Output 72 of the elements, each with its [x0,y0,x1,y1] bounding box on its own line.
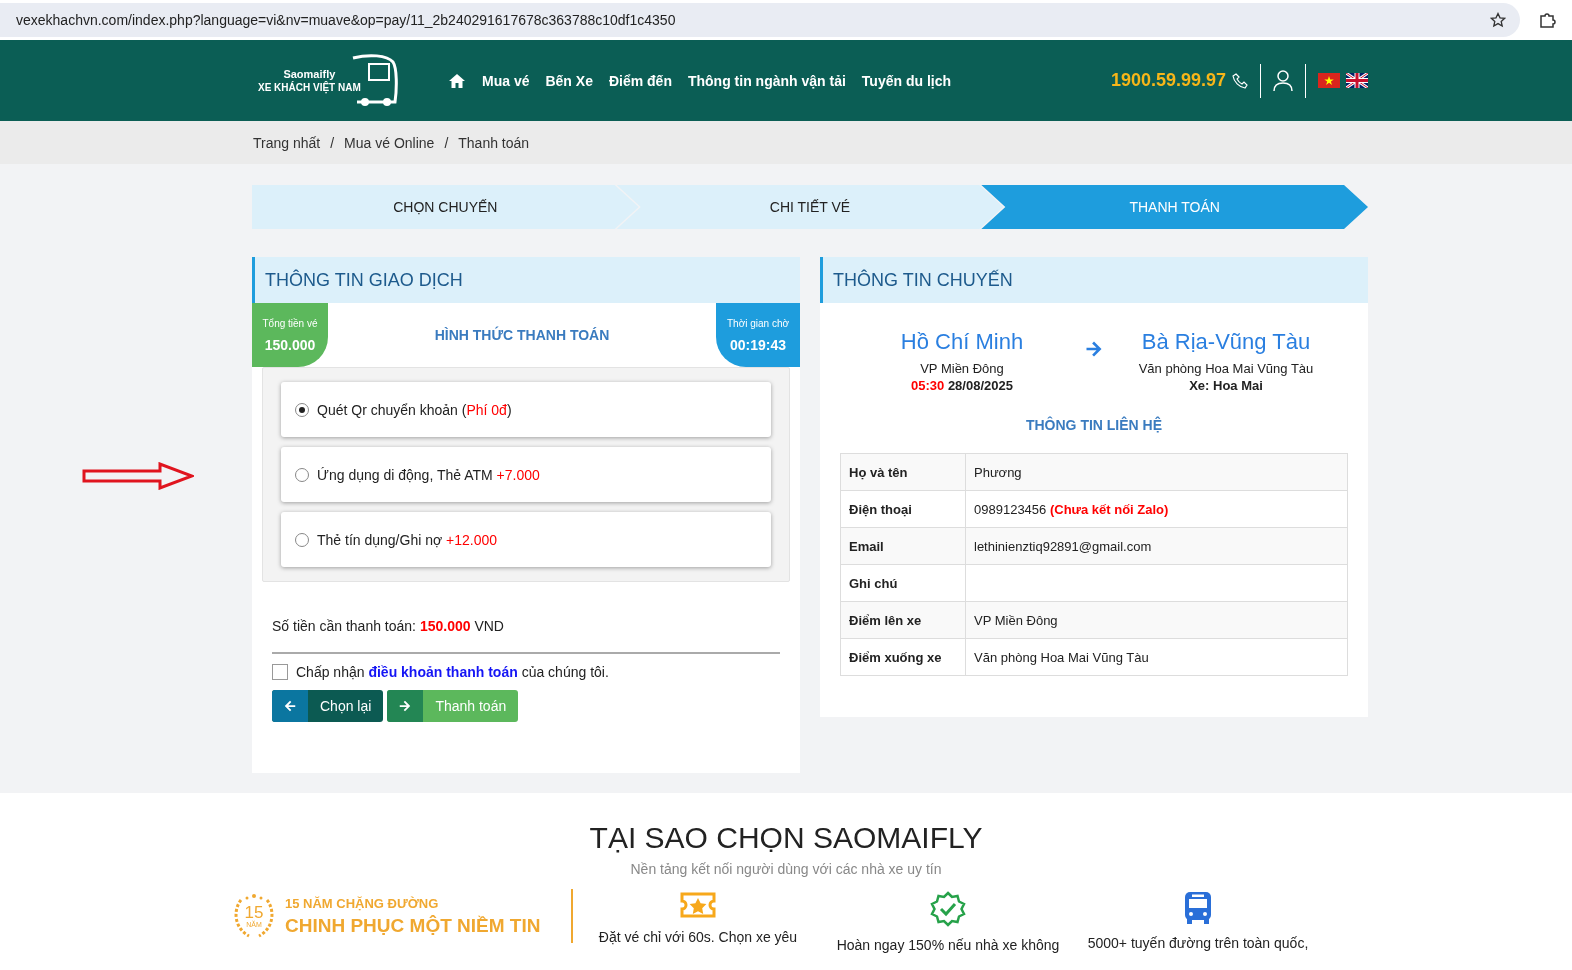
panel-title: THÔNG TIN CHUYẾN [820,257,1368,303]
option-label: Ứng dụng di động, Thẻ ATM +7.000 [317,466,540,483]
user-icon[interactable] [1273,69,1293,92]
badge-slogan: CHINH PHỤC MỘT NIỀM TIN [285,914,541,937]
home-icon[interactable] [448,72,466,89]
ticket-star-icon [680,891,716,919]
step-tab[interactable]: CHỌN CHUYẾN [252,185,639,229]
amount-due-text: Số tiền cần thanh toán: 150.000 VND [272,618,780,654]
nav-link[interactable]: Thông tin ngành vận tải [687,72,846,89]
table-cell: Email [840,527,966,565]
arrow-right-icon [398,699,413,713]
annotation-arrow-icon [82,462,194,490]
logo-tagline[interactable]: XE KHÁCH VIỆT NAM [258,80,361,95]
feature-text: Đặt vé chỉ với 60s. Chọn xe yêu [598,929,798,945]
phone-icon[interactable] [1232,72,1248,89]
table-cell: Điểm xuống xe [840,638,966,676]
breadcrumb-link[interactable]: Mua vé Online [344,134,435,151]
terms-text: Chấp nhận điều khoản thanh toán của chúng tôi. [296,664,609,680]
origin-station: VP Miền Đông [920,361,1004,376]
verified-badge-icon [930,891,966,927]
step-tab[interactable]: CHI TIẾT VÉ [616,185,1004,229]
back-button[interactable]: Chọn lại [272,690,384,722]
arrow-left-icon [283,699,297,713]
payment-option[interactable]: Thẻ tín dụng/Ghi nợ +12.000 [281,512,771,567]
section-title: TẠI SAO CHỌN SAOMAIFLY [589,821,983,855]
breadcrumb-separator: / [330,134,335,151]
destination-city: Bà Rịa-Vũng Tàu [1141,329,1311,355]
radio-button[interactable] [295,467,309,482]
table-cell: lethinienztiq92891@gmail.com [965,527,1348,565]
radio-button[interactable] [295,532,309,547]
hotline-number[interactable]: 1900.59.99.97 [1110,70,1226,91]
section-subtitle: Nền tảng kết nối người dùng với các nhà xe uy tín [630,861,942,877]
breadcrumb-link[interactable]: Trang nhất [253,134,321,151]
countdown-badge: Thời gian chờ 00:19:43 [716,303,800,367]
vietnam-flag-icon[interactable] [1318,73,1340,88]
badge-headline: 15 NĂM CHẶNG ĐƯỜNG [285,895,440,911]
breadcrumb-separator: / [444,134,449,151]
route-arrow-icon [1084,339,1104,359]
table-cell: VP Miền Đông [965,601,1348,639]
nav-link[interactable]: Điểm đến [608,72,672,89]
nav-link[interactable]: Mua vé [482,72,530,89]
origin-city: Hồ Chí Minh [900,329,1024,355]
uk-flag-icon[interactable] [1346,73,1368,88]
payment-option[interactable]: Ứng dụng di động, Thẻ ATM +7.000 [281,447,771,502]
total-badge: Tổng tiền vé 150.000 [252,303,328,367]
feature-text: 5000+ tuyến đường trên toàn quốc, [1087,935,1309,951]
payment-option[interactable]: Quét Qr chuyển khoản (Phí 0đ) [281,382,771,437]
vehicle-name: Xe: Hoa Mai [1189,378,1263,393]
section-heading: HÌNH THỨC THANH TOÁN [434,327,610,343]
star-icon[interactable] [1490,12,1506,28]
nav-link[interactable]: Bến Xe [545,72,593,89]
table-cell: Điểm lên xe [840,601,966,639]
nav-link[interactable]: Tuyến du lịch [861,72,952,89]
option-label: Thẻ tín dụng/Ghi nợ +12.000 [317,531,498,548]
terms-link[interactable]: điều khoản thanh toán [368,664,518,680]
bus-icon [1184,891,1212,925]
feature-text: Hoàn ngay 150% nếu nhà xe không [836,937,1060,953]
table-cell: Phương [965,453,1348,491]
table-cell: 0989123456 (Chưa kết nối Zalo) [965,490,1348,528]
puzzle-icon[interactable] [1538,11,1556,29]
logo-brand[interactable]: Saomaifly [283,66,336,81]
table-cell: Họ và tên [840,453,966,491]
table-cell: Ghi chú [840,564,966,602]
destination-station: Văn phòng Hoa Mai Vũng Tàu [1138,361,1314,376]
table-cell: Điện thoại [840,490,966,528]
terms-checkbox[interactable] [272,664,288,680]
option-label: Quét Qr chuyển khoản (Phí 0đ) [317,401,512,418]
departure-time: 05:30 28/08/2025 [911,378,1013,393]
radio-button[interactable] [295,402,309,417]
section-heading: THÔNG TIN LIÊN HỆ [1025,417,1163,433]
table-cell: Văn phòng Hoa Mai Vũng Tàu [965,638,1348,676]
panel-title: THÔNG TIN GIAO DỊCH [252,257,800,303]
